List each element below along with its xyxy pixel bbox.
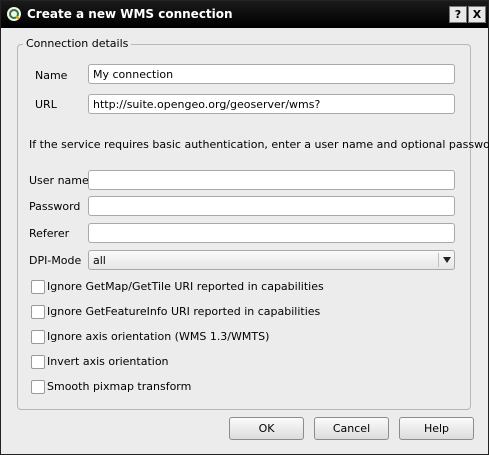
ok-button[interactable]: OK — [229, 417, 304, 440]
referer-label: Referer — [29, 227, 70, 240]
smooth-pixmap-checkbox[interactable] — [31, 380, 45, 394]
dpi-mode-label: DPI-Mode — [29, 254, 82, 267]
name-label: Name — [35, 69, 68, 82]
invert-axis-label: Invert axis orientation — [47, 355, 169, 368]
password-label: Password — [29, 200, 81, 213]
help-button[interactable]: Help — [399, 417, 474, 440]
chevron-down-icon[interactable] — [443, 257, 451, 263]
dialog-window: Create a new WMS connection ? X Connecti… — [0, 0, 489, 455]
url-label: URL — [35, 98, 57, 111]
ignore-getfeatureinfo-checkbox[interactable] — [31, 305, 45, 319]
referer-field[interactable] — [88, 223, 455, 243]
url-field[interactable] — [88, 94, 455, 114]
smooth-pixmap-label: Smooth pixmap transform — [47, 380, 192, 393]
combo-separator — [438, 253, 439, 267]
context-help-button[interactable]: ? — [449, 6, 467, 23]
qgis-icon — [7, 7, 21, 21]
dpi-mode-select[interactable]: all — [88, 250, 455, 270]
password-field[interactable] — [88, 196, 455, 216]
invert-axis-checkbox[interactable] — [31, 355, 45, 369]
ignore-axis-checkbox[interactable] — [31, 330, 45, 344]
ignore-getmap-label: Ignore GetMap/GetTile URI reported in ca… — [47, 280, 324, 293]
window-title: Create a new WMS connection — [27, 7, 233, 21]
ignore-getfeatureinfo-label: Ignore GetFeatureInfo URI reported in ca… — [47, 305, 321, 318]
ignore-axis-label: Ignore axis orientation (WMS 1.3/WMTS) — [47, 330, 270, 343]
close-button[interactable]: X — [468, 6, 486, 23]
username-field[interactable] — [88, 170, 455, 190]
auth-info-text: If the service requires basic authentica… — [29, 138, 489, 151]
ignore-getmap-checkbox[interactable] — [31, 280, 45, 294]
title-bar: Create a new WMS connection ? X — [1, 1, 488, 28]
name-field[interactable] — [88, 64, 455, 84]
cancel-button[interactable]: Cancel — [314, 417, 389, 440]
dpi-mode-value: all — [93, 254, 106, 267]
group-title: Connection details — [23, 37, 132, 50]
username-label: User name — [29, 174, 89, 187]
